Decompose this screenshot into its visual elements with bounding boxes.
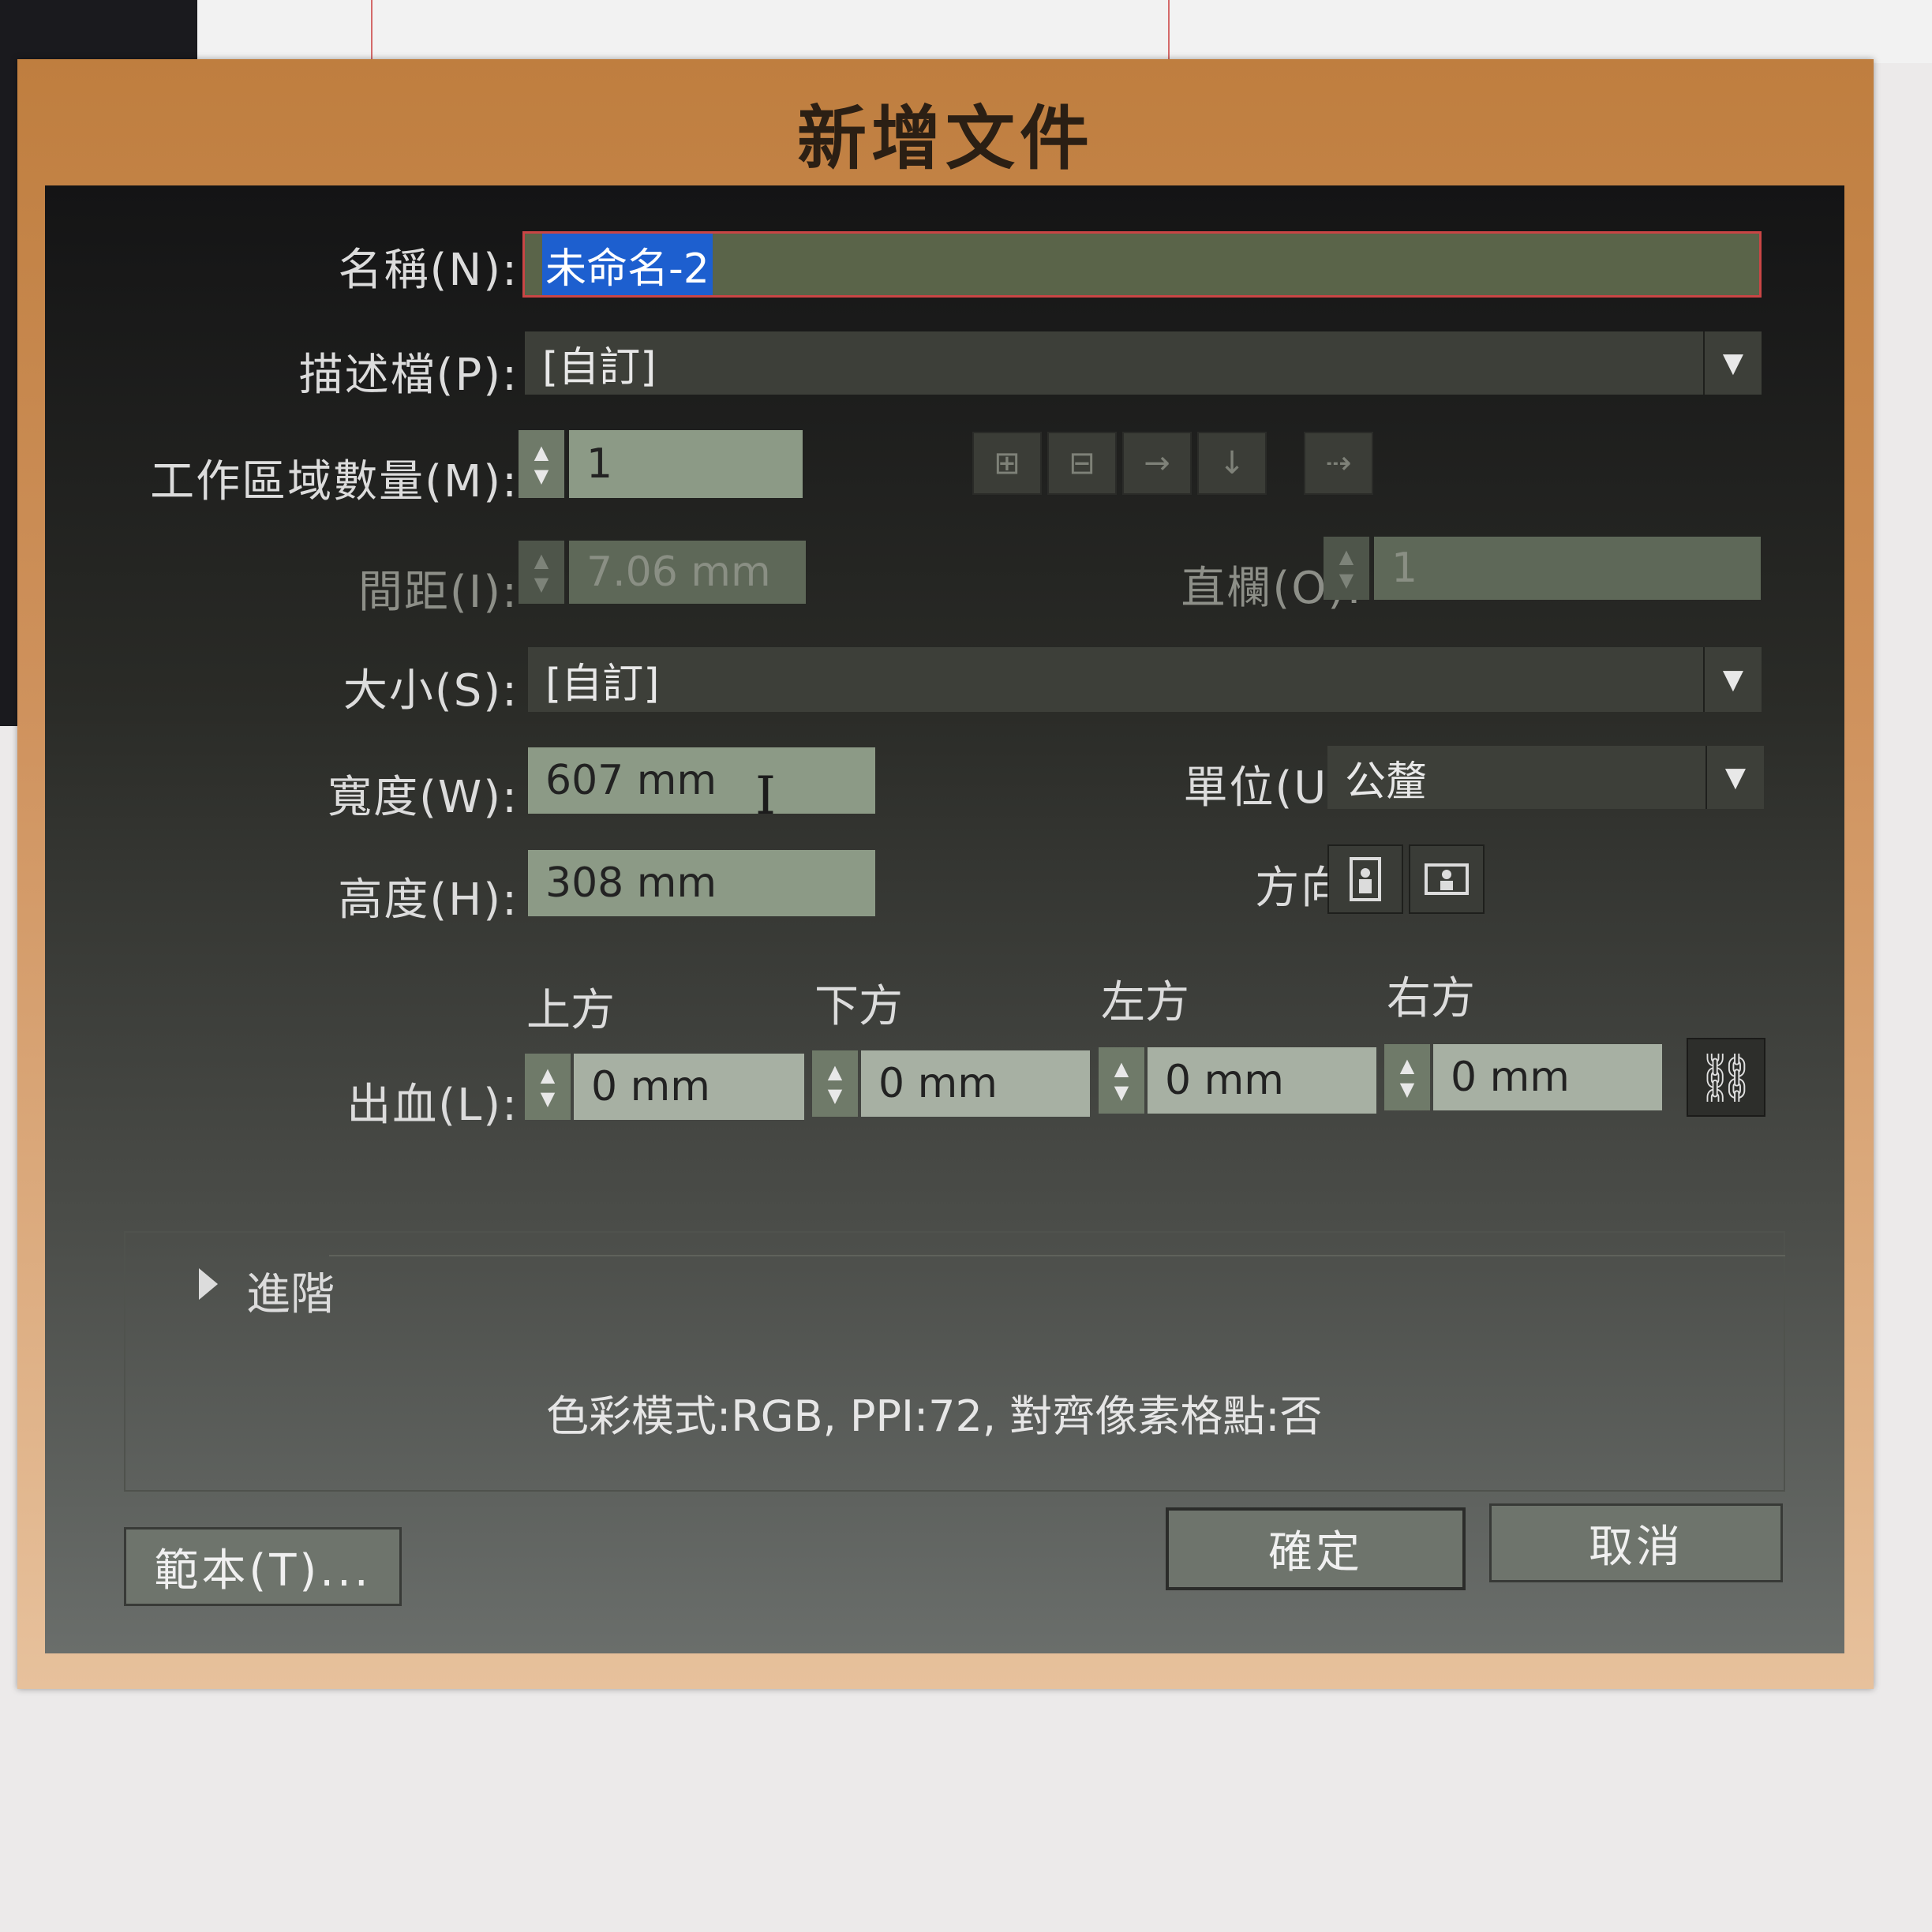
width-input[interactable]: 607 mm <box>528 747 875 814</box>
bleed-bottom-spinner[interactable]: ▲ ▼ <box>812 1050 858 1117</box>
bleed-right-spinner[interactable]: ▲ ▼ <box>1384 1044 1430 1110</box>
units-value: 公釐 <box>1345 758 1428 806</box>
artboards-value: 1 <box>586 440 613 488</box>
text-cursor-icon: I <box>755 766 777 826</box>
columns-spinner: ▲ ▼ <box>1324 537 1369 600</box>
templates-button[interactable]: 範本(T)... <box>124 1527 402 1606</box>
spacing-input: 7.06 mm <box>569 541 806 604</box>
divider <box>329 1255 1785 1256</box>
spacing-spinner: ▲ ▼ <box>519 541 564 604</box>
profile-dropdown[interactable]: [自訂] ▼ <box>525 331 1762 395</box>
grid-by-row-icon[interactable]: ⊞ <box>972 432 1042 495</box>
bleed-left-value: 0 mm <box>1165 1057 1284 1104</box>
name-label: 名稱(N): <box>338 245 519 296</box>
size-dropdown[interactable]: [自訂] ▼ <box>528 647 1762 712</box>
width-label: 寬度(W): <box>328 772 519 823</box>
background-canvas <box>197 0 1932 63</box>
chevron-down-icon: ▼ <box>1705 746 1764 809</box>
bleed-label: 出血(L): <box>346 1080 519 1131</box>
bleed-top-label: 上方 <box>526 985 615 1036</box>
bleed-right-label: 右方 <box>1387 973 1475 1024</box>
bleed-right-value: 0 mm <box>1451 1054 1570 1101</box>
bleed-top-spinner[interactable]: ▲ ▼ <box>525 1054 571 1120</box>
guide-line <box>371 0 373 59</box>
size-value: [自訂] <box>545 660 660 708</box>
bleed-top-value: 0 mm <box>591 1063 710 1110</box>
new-document-dialog: 新增文件 名稱(N): 未命名-2 描述檔(P): [自訂] ▼ 工作區域數量(… <box>17 59 1874 1689</box>
name-input[interactable]: 未命名-2 <box>522 231 1762 298</box>
width-value: 607 mm <box>545 757 717 804</box>
cancel-button[interactable]: 取消 <box>1489 1503 1783 1582</box>
artboards-label: 工作區域數量(M): <box>150 456 519 507</box>
arrange-by-row-icon[interactable]: → <box>1122 432 1192 495</box>
bleed-bottom-label: 下方 <box>814 981 903 1032</box>
artboards-spinner[interactable]: ▲ ▼ <box>519 430 564 498</box>
profile-value: [自訂] <box>542 343 657 391</box>
ok-button[interactable]: 確定 <box>1166 1507 1466 1590</box>
spacing-value: 7.06 mm <box>586 549 771 596</box>
advanced-toggle[interactable]: 進階 <box>246 1259 335 1323</box>
chevron-down-icon: ▼ <box>1703 647 1762 712</box>
units-dropdown[interactable]: 公釐 ▼ <box>1327 746 1764 809</box>
height-value: 308 mm <box>545 859 717 907</box>
advanced-panel <box>124 1231 1785 1492</box>
artboards-input[interactable]: 1 <box>569 430 803 498</box>
arrange-by-column-icon[interactable]: ↓ <box>1197 432 1267 495</box>
name-value: 未命名-2 <box>542 234 713 295</box>
bleed-bottom-value: 0 mm <box>878 1060 998 1107</box>
guide-line <box>1168 0 1170 59</box>
landscape-orientation-icon[interactable] <box>1409 844 1485 914</box>
bleed-bottom-input[interactable]: 0 mm <box>861 1050 1090 1117</box>
height-label: 高度(H): <box>338 874 519 926</box>
document-info-text: 色彩模式:RGB, PPI:72, 對齊像素格點:否 <box>546 1391 1323 1441</box>
bleed-left-label: 左方 <box>1101 977 1189 1028</box>
bleed-right-input[interactable]: 0 mm <box>1433 1044 1662 1110</box>
chevron-down-icon: ▼ <box>1703 331 1762 395</box>
dialog-body: 名稱(N): 未命名-2 描述檔(P): [自訂] ▼ 工作區域數量(M): ▲… <box>45 185 1844 1653</box>
size-label: 大小(S): <box>343 665 519 717</box>
portrait-orientation-icon[interactable] <box>1327 844 1403 914</box>
grid-by-column-icon[interactable]: ⊟ <box>1047 432 1117 495</box>
bleed-top-input[interactable]: 0 mm <box>574 1054 804 1120</box>
bleed-left-spinner[interactable]: ▲ ▼ <box>1099 1047 1144 1114</box>
columns-value: 1 <box>1391 545 1418 592</box>
height-input[interactable]: 308 mm <box>528 850 875 916</box>
dialog-title: 新增文件 <box>796 98 1094 179</box>
profile-label: 描述檔(P): <box>298 350 519 401</box>
bleed-left-input[interactable]: 0 mm <box>1148 1047 1376 1114</box>
triangle-right-icon[interactable] <box>199 1268 218 1300</box>
spacing-label: 間距(I): <box>358 567 519 618</box>
right-to-left-icon[interactable]: ⇢ <box>1304 432 1373 495</box>
chain-link-icon[interactable]: ⛓ <box>1687 1038 1765 1117</box>
columns-input: 1 <box>1374 537 1761 600</box>
